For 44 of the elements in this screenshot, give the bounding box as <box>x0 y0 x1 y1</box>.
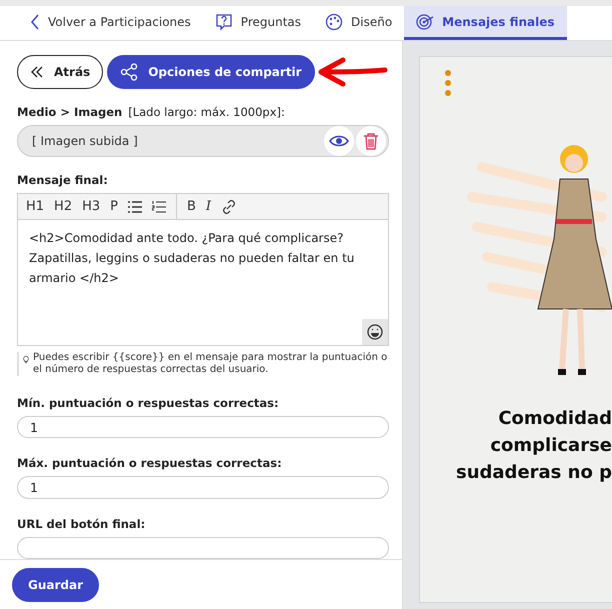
media-label: Medio > Imagen <box>17 105 122 119</box>
message-text: <h2>Comodidad ante todo. ¿Para qué complicarse? Zapatillas, leggins o sudaderas no pueden faltar en tu armario </h2> <box>29 231 354 285</box>
preview-button[interactable] <box>324 126 354 156</box>
emoji-button[interactable] <box>362 319 388 345</box>
preview-heading-line: complicarse <box>489 434 612 458</box>
media-hint: [Lado largo: máx. 1000px]: <box>128 105 285 119</box>
smiley-icon <box>366 324 383 340</box>
nav-tab[interactable]: Diseño <box>313 6 404 40</box>
share-options-button[interactable]: Opciones de compartir <box>107 55 315 89</box>
message-editor[interactable]: H1 H2 H3 P B I <h2>Comodidad ante todo. ¿Para qué complicarse? Zapatillas, leggins o sudaderas no pueden faltar en tu armario </h2> <box>17 193 389 346</box>
tip-text: Puedes escribir {{score}} en el mensaje para mostrar la puntuación o el número de respuestas correctas del usuario. <box>33 352 388 376</box>
format-button[interactable]: B <box>182 196 200 218</box>
link-icon <box>221 198 238 214</box>
nav-tab[interactable]: Preguntas <box>202 6 314 40</box>
message-label: Mensaje final: <box>17 173 108 187</box>
field-label: Mín. puntuación o respuestas correctas: <box>17 396 279 410</box>
preview-heading-line: Comodidad <box>497 407 612 431</box>
numbered-list-icon <box>152 200 166 212</box>
preview-heading-line: sudaderas no p <box>455 461 612 485</box>
bullet-list-icon <box>128 200 142 212</box>
save-button[interactable]: Guardar <box>12 568 100 602</box>
share-icon <box>120 63 138 81</box>
input-field[interactable]: 1 <box>17 476 389 499</box>
format-button[interactable]: I <box>202 196 216 218</box>
input-field[interactable]: 1 <box>17 416 389 438</box>
delete-button[interactable] <box>356 126 386 156</box>
back-button[interactable]: Atrás <box>17 55 104 89</box>
back-link[interactable]: Volver a Participaciones <box>18 6 203 40</box>
heading-button[interactable]: P <box>106 196 122 218</box>
nav-tab[interactable]: Mensajes finales <box>404 6 567 40</box>
heading-button[interactable]: H2 <box>50 196 76 218</box>
question-icon <box>214 12 233 30</box>
heading-button[interactable]: H3 <box>78 196 104 218</box>
chevron-left-icon <box>30 14 40 30</box>
heading-button[interactable]: H1 <box>22 196 48 218</box>
palette-icon <box>325 12 344 30</box>
media-field[interactable]: [ Imagen subida ] <box>17 125 389 157</box>
double-chevron-left-icon <box>30 66 44 78</box>
target-icon <box>416 12 434 30</box>
input-field[interactable] <box>17 536 389 559</box>
field-label: URL del botón final: <box>17 516 146 531</box>
field-label: Máx. puntuación o respuestas correctas: <box>17 456 282 470</box>
eye-icon <box>328 135 349 147</box>
trash-icon <box>362 132 379 150</box>
